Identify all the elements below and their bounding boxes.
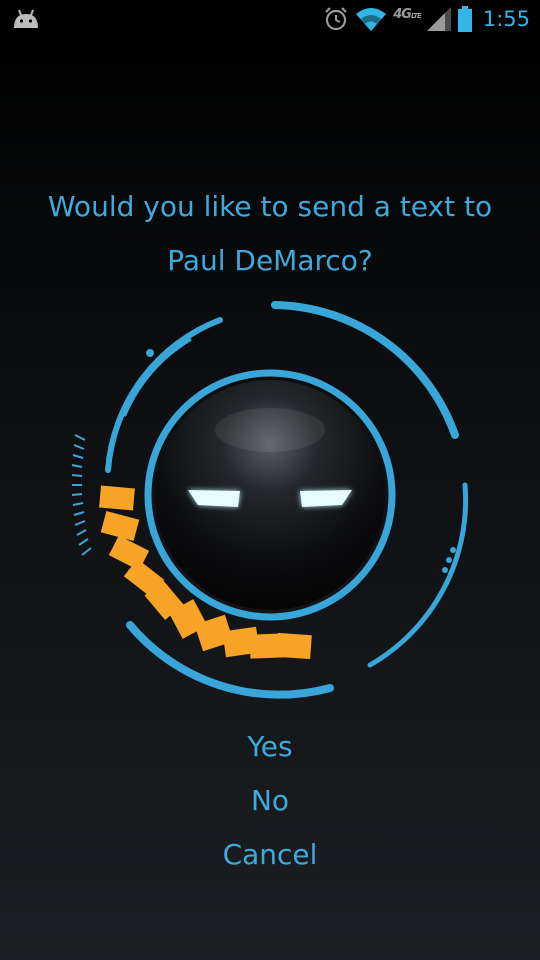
android-icon [14,9,38,28]
cancel-option[interactable]: Cancel [0,828,540,882]
network-type-label: 4GLTE [393,6,422,22]
signal-icon [426,7,451,31]
prompt-line-1: Would you like to send a text to [47,190,493,223]
voice-assistant-graphic[interactable] [70,295,480,705]
battery-icon [457,6,472,32]
voice-prompt: Would you like to send a text to Paul De… [0,180,540,288]
iron-man-helmet-icon [155,380,385,610]
clock: 1:55 [482,7,530,31]
answer-options: Yes No Cancel [0,720,540,882]
prompt-line-2: Paul DeMarco? [167,244,373,277]
status-bar: 4GLTE 1:55 [0,0,540,38]
no-option[interactable]: No [0,774,540,828]
ring-tick-marks [71,434,92,556]
yes-option[interactable]: Yes [0,720,540,774]
wifi-icon [356,8,387,31]
alarm-icon [325,7,348,31]
